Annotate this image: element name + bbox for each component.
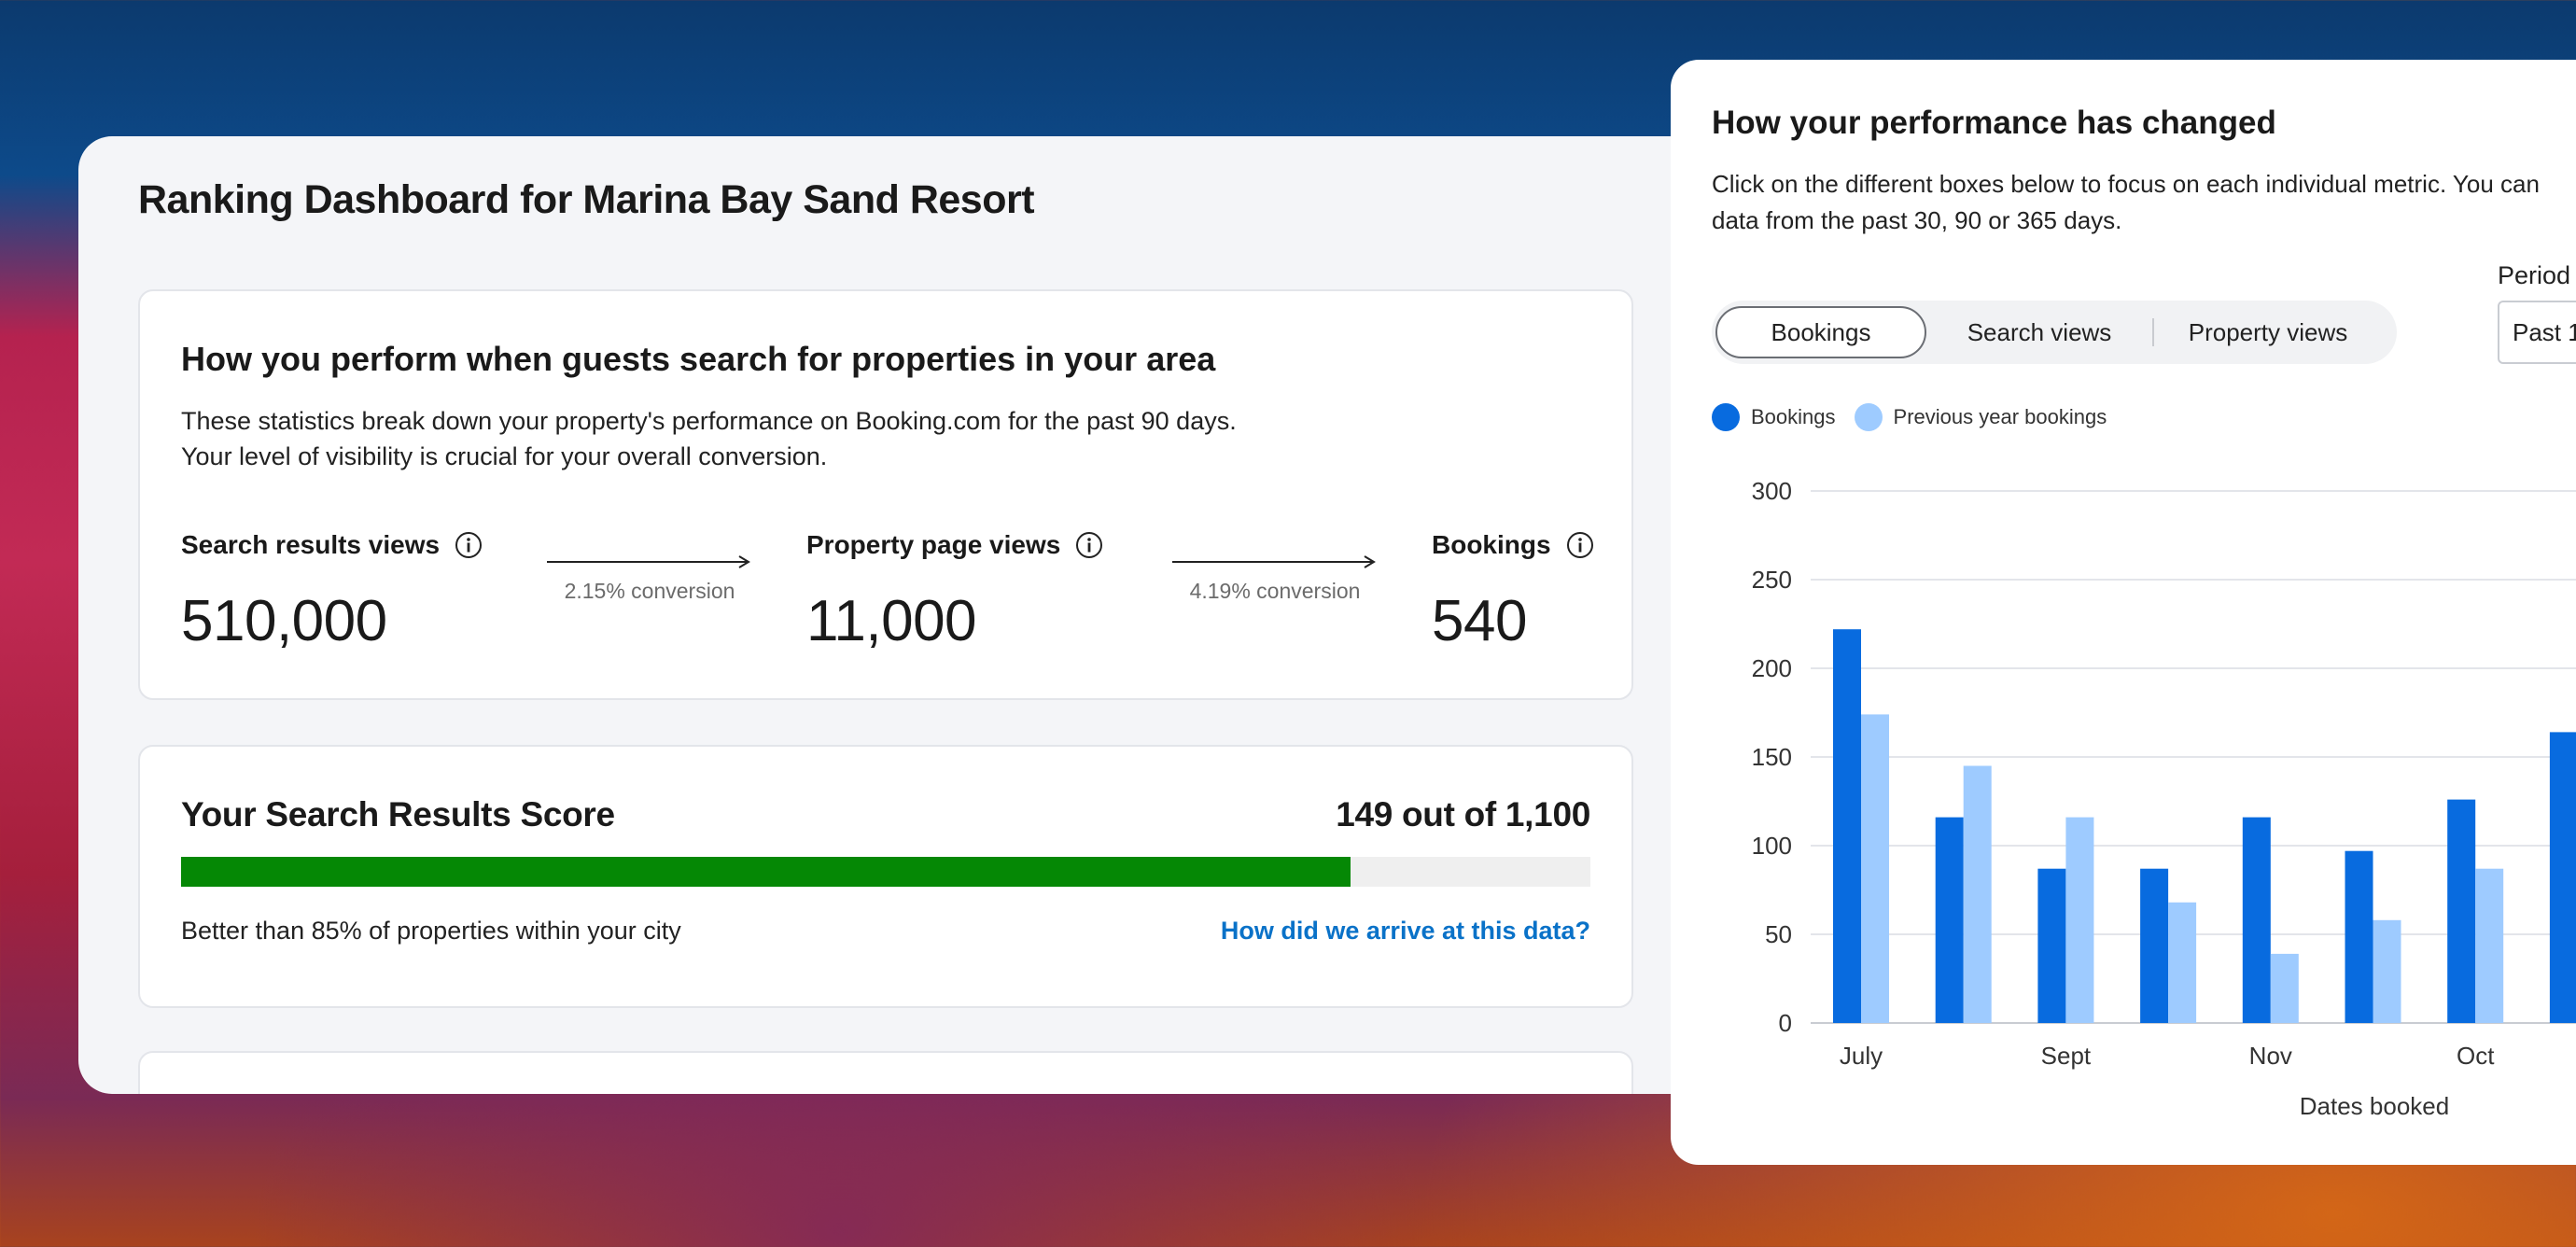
metric-label: Search results views bbox=[181, 530, 441, 559]
metric-bookings: Bookings 540 bbox=[1432, 530, 1594, 654]
performance-description: These statistics break down your propert… bbox=[181, 403, 1394, 474]
bar bbox=[2140, 868, 2169, 1023]
info-icon[interactable] bbox=[1566, 531, 1594, 559]
x-tick-label: Nov bbox=[2249, 1042, 2292, 1070]
search-score-panel: Your Search Results Score 149 out of 1,1… bbox=[138, 745, 1633, 1008]
conversion-rate: 2.15% conversion bbox=[564, 579, 735, 603]
bar bbox=[2447, 799, 2476, 1023]
y-tick-label: 0 bbox=[1779, 1009, 1792, 1037]
metric-value: 540 bbox=[1432, 589, 1527, 653]
conversion-rate: 4.19% conversion bbox=[1189, 579, 1361, 603]
bar bbox=[1833, 629, 1861, 1023]
performance-description-line-2: Your level of visibility is crucial for … bbox=[181, 442, 828, 470]
metric-value: 11,000 bbox=[806, 589, 977, 653]
score-value: 149 out of 1,100 bbox=[1336, 795, 1590, 834]
arrow-right-icon bbox=[1172, 555, 1376, 568]
bookings-bar-chart: 0 50 100 150 200 250 300 July Sept Nov Oct Dates bo… bbox=[1752, 477, 2576, 1120]
bar bbox=[2373, 919, 2401, 1023]
y-tick-label: 200 bbox=[1752, 654, 1792, 682]
metric-value: 510,000 bbox=[181, 589, 387, 653]
performance-description-line-1: These statistics break down your propert… bbox=[181, 407, 1237, 435]
arrow-right-icon bbox=[547, 555, 750, 568]
bar bbox=[2549, 732, 2576, 1023]
bar bbox=[2270, 953, 2299, 1023]
data-explanation-link[interactable]: How did we arrive at this data? bbox=[1221, 917, 1590, 946]
bar bbox=[2065, 817, 2094, 1023]
next-panel bbox=[138, 1051, 1633, 1094]
bar bbox=[2242, 817, 2271, 1023]
score-caption: Better than 85% of properties within you… bbox=[181, 917, 681, 945]
conversion-arrow: 4.19% conversion bbox=[1172, 554, 1378, 604]
search-performance-panel: How you perform when guests search for p… bbox=[138, 289, 1633, 700]
page-title: Ranking Dashboard for Marina Bay Sand Re… bbox=[138, 177, 1035, 222]
x-tick-label: Oct bbox=[2457, 1042, 2495, 1070]
bar bbox=[1935, 817, 1964, 1023]
y-tick-label: 250 bbox=[1752, 566, 1792, 594]
score-progress-fill bbox=[181, 857, 1351, 887]
bar bbox=[1963, 765, 1992, 1023]
metric-search-results-views: Search results views 510,000 bbox=[181, 530, 483, 654]
performance-change-card: How your performance has changed Click o… bbox=[1671, 60, 2576, 1165]
y-tick-label: 150 bbox=[1752, 743, 1792, 771]
info-icon[interactable] bbox=[455, 531, 483, 559]
x-axis-label: Dates booked bbox=[2300, 1092, 2449, 1120]
metric-label: Bookings bbox=[1432, 530, 1551, 559]
bar bbox=[2345, 850, 2373, 1023]
bar bbox=[2037, 868, 2066, 1023]
y-tick-label: 50 bbox=[1765, 920, 1792, 948]
conversion-arrow: 2.15% conversion bbox=[547, 554, 752, 604]
y-tick-label: 100 bbox=[1752, 832, 1792, 860]
metric-property-page-views: Property page views 11,000 bbox=[806, 530, 1103, 654]
ranking-dashboard-card: Ranking Dashboard for Marina Bay Sand Re… bbox=[78, 136, 1721, 1094]
performance-heading: How you perform when guests search for p… bbox=[181, 340, 1216, 378]
bar bbox=[2168, 902, 2197, 1023]
bar bbox=[1861, 714, 1889, 1023]
info-icon[interactable] bbox=[1075, 531, 1103, 559]
x-tick-label: July bbox=[1840, 1042, 1883, 1070]
score-progress-bar bbox=[181, 857, 1590, 887]
score-title: Your Search Results Score bbox=[181, 795, 615, 834]
metric-label: Property page views bbox=[806, 530, 1061, 559]
x-tick-label: Sept bbox=[2041, 1042, 2092, 1070]
y-tick-label: 300 bbox=[1752, 477, 1792, 505]
bar bbox=[2475, 868, 2504, 1023]
